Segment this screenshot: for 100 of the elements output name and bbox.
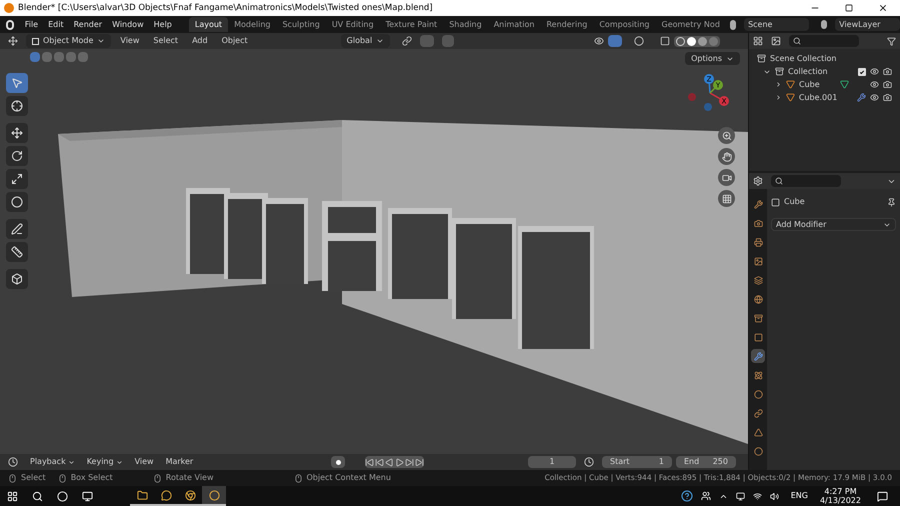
menu-item[interactable]: Edit bbox=[43, 18, 69, 30]
workspace-tab[interactable]: Shading bbox=[443, 17, 488, 32]
maximize-icon[interactable] bbox=[845, 4, 853, 12]
editor-type-icon[interactable] bbox=[753, 176, 763, 186]
tree-item[interactable]: Cube.001 bbox=[798, 92, 838, 104]
pivot-icon[interactable] bbox=[402, 36, 412, 46]
notification-icon[interactable] bbox=[877, 490, 888, 502]
jump-start-icon[interactable] bbox=[365, 458, 374, 466]
orientation-dropdown[interactable]: Global bbox=[340, 34, 390, 48]
search-icon bbox=[775, 177, 783, 185]
editor-type-icon[interactable] bbox=[8, 457, 18, 467]
tree-item[interactable]: Cube bbox=[799, 78, 820, 90]
workspace-tab[interactable]: UV Editing bbox=[326, 17, 380, 32]
header-menu[interactable]: Object bbox=[216, 35, 253, 47]
scene-field[interactable]: Scene bbox=[744, 18, 809, 31]
navigation-button[interactable] bbox=[718, 127, 735, 144]
workspace-tab[interactable]: Modeling bbox=[228, 17, 276, 32]
header-menu[interactable]: Select bbox=[148, 35, 184, 47]
caret-icon bbox=[68, 458, 75, 466]
shading-buttons[interactable] bbox=[674, 36, 720, 46]
tool-button[interactable] bbox=[6, 169, 28, 189]
overlay-icon[interactable] bbox=[634, 36, 644, 46]
header-menu[interactable]: Add bbox=[187, 35, 213, 47]
properties-tab[interactable] bbox=[751, 349, 765, 363]
options-dropdown[interactable]: Options bbox=[685, 52, 740, 65]
timeline-menu[interactable]: Playback bbox=[26, 456, 79, 468]
tool-button[interactable] bbox=[6, 219, 28, 239]
workspace-tab[interactable]: Texture Paint bbox=[380, 17, 444, 32]
visibility-icon[interactable] bbox=[870, 93, 880, 102]
tree-item[interactable]: Collection bbox=[788, 66, 828, 78]
timeline-menu[interactable]: Marker bbox=[162, 456, 198, 468]
volume-icon[interactable] bbox=[770, 492, 779, 500]
display-mode-icon[interactable] bbox=[771, 36, 781, 46]
workspace-tab[interactable]: Layout bbox=[188, 17, 228, 32]
clock[interactable]: 4:27 PM 4/13/2022 bbox=[820, 487, 861, 505]
include-checkbox[interactable] bbox=[858, 68, 866, 76]
modifier-icon[interactable] bbox=[857, 93, 866, 102]
close-icon[interactable] bbox=[878, 3, 888, 13]
view-layer-field[interactable]: ViewLayer bbox=[835, 18, 900, 31]
current-frame-field[interactable]: 1 bbox=[528, 456, 576, 468]
workspace-tab[interactable]: Geometry Nod bbox=[656, 17, 726, 32]
menu-item[interactable]: Render bbox=[68, 18, 108, 30]
people-icon[interactable] bbox=[700, 491, 711, 501]
workspace-tab[interactable]: Compositing bbox=[593, 17, 656, 32]
pin-icon[interactable] bbox=[887, 198, 896, 206]
jump-end-icon[interactable] bbox=[415, 458, 424, 466]
previous-keyframe-icon[interactable] bbox=[375, 458, 384, 466]
tray-icon[interactable] bbox=[736, 492, 745, 500]
gizmo-toggle[interactable] bbox=[608, 35, 622, 47]
editor-type-icon[interactable] bbox=[8, 36, 18, 46]
visibility-icon[interactable] bbox=[594, 36, 604, 46]
search-icon[interactable] bbox=[32, 490, 43, 502]
tool-button[interactable] bbox=[6, 73, 28, 93]
visibility-icon[interactable] bbox=[870, 67, 879, 76]
tree-item[interactable]: Scene Collection bbox=[770, 52, 837, 64]
start-frame-field[interactable]: Start 1 bbox=[602, 456, 672, 468]
next-keyframe-icon[interactable] bbox=[405, 458, 414, 466]
workspace-tab[interactable]: Sculpting bbox=[276, 17, 326, 32]
world-tab-icon bbox=[754, 294, 762, 304]
header-menu[interactable]: View bbox=[115, 35, 144, 47]
record-button[interactable] bbox=[331, 456, 346, 468]
render-icon[interactable] bbox=[883, 80, 892, 89]
mesh-data-icon[interactable] bbox=[840, 80, 849, 89]
task-view-icon[interactable] bbox=[82, 490, 93, 502]
add-modifier-dropdown[interactable]: Add Modifier bbox=[771, 218, 896, 231]
timeline-menu[interactable]: View bbox=[130, 456, 158, 468]
network-icon[interactable] bbox=[752, 492, 762, 500]
visibility-icon[interactable] bbox=[870, 80, 879, 89]
search-field[interactable] bbox=[789, 35, 859, 47]
tool-button[interactable] bbox=[6, 123, 28, 143]
render-icon[interactable] bbox=[883, 93, 892, 102]
tool-button[interactable] bbox=[6, 242, 28, 262]
tool-button[interactable] bbox=[6, 192, 28, 212]
xray-icon[interactable] bbox=[660, 36, 670, 46]
cortana-icon[interactable] bbox=[57, 490, 68, 502]
taskbar-app[interactable] bbox=[202, 486, 226, 506]
menu-item[interactable]: Window bbox=[107, 18, 149, 30]
play-icon[interactable] bbox=[395, 458, 404, 466]
search-icon bbox=[793, 37, 801, 45]
workspace-tab[interactable]: Animation bbox=[488, 17, 540, 32]
help-icon[interactable] bbox=[680, 490, 693, 502]
windows-start-icon[interactable] bbox=[7, 490, 18, 502]
search-field[interactable] bbox=[771, 175, 841, 187]
workspace-tab[interactable]: Rendering bbox=[540, 17, 594, 32]
render-icon[interactable] bbox=[883, 67, 892, 76]
stopwatch-icon[interactable] bbox=[584, 457, 594, 467]
play-reverse-icon[interactable] bbox=[385, 458, 394, 466]
timeline-menu[interactable]: Keying bbox=[82, 456, 127, 468]
tool-button[interactable] bbox=[6, 96, 28, 116]
filter-icon[interactable] bbox=[887, 36, 896, 46]
end-frame-field[interactable]: End 250 bbox=[676, 456, 736, 468]
menu-item[interactable]: File bbox=[20, 18, 44, 30]
editor-type-icon[interactable] bbox=[753, 36, 763, 46]
status-hint: Object Context Menu bbox=[306, 472, 391, 484]
rotate-tool-icon bbox=[11, 150, 23, 162]
tool-button[interactable] bbox=[6, 269, 28, 289]
language-indicator[interactable]: ENG bbox=[790, 490, 808, 502]
mode-dropdown[interactable]: Object Mode bbox=[26, 34, 112, 48]
menu-item[interactable]: Help bbox=[148, 18, 177, 30]
tool-button[interactable] bbox=[6, 146, 28, 166]
